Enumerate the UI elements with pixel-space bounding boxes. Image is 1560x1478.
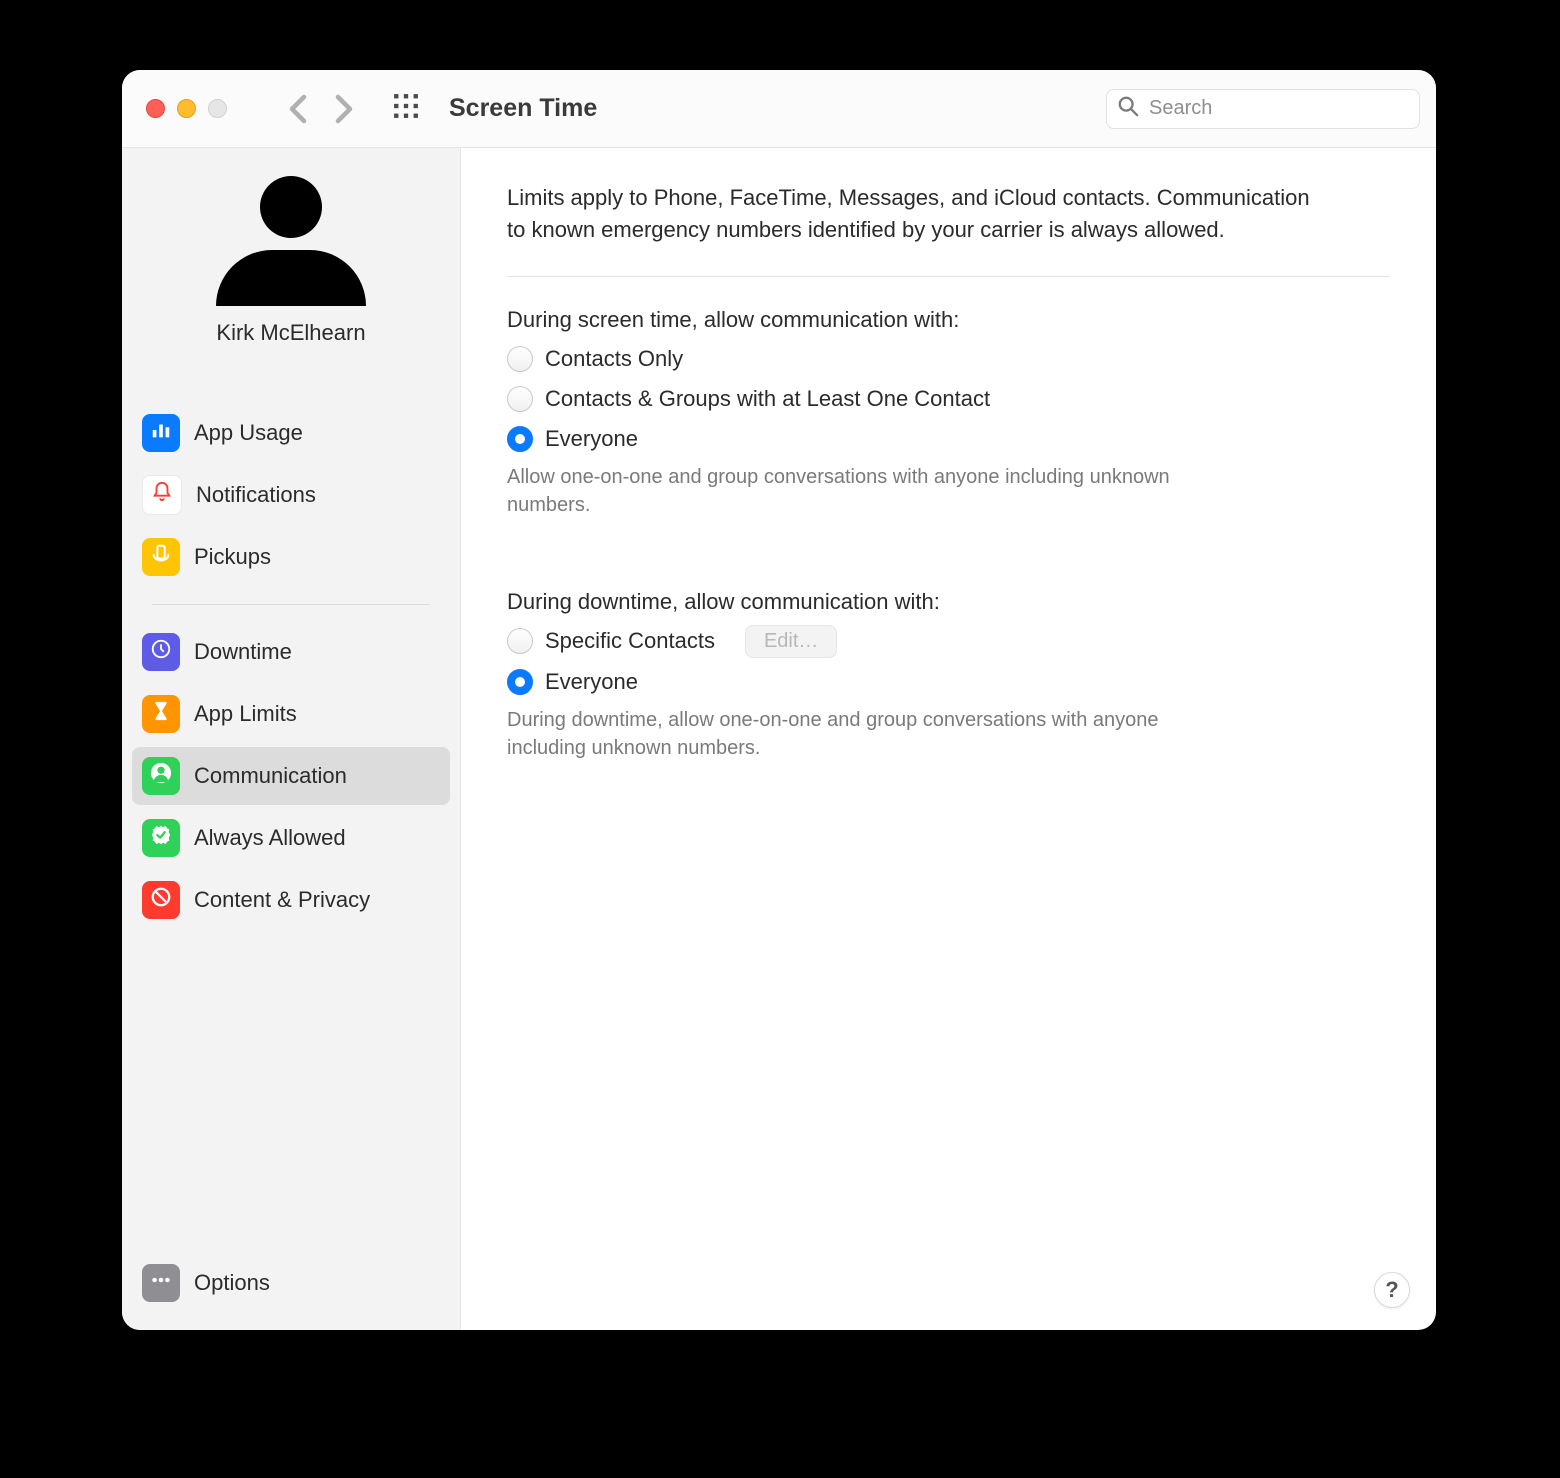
bell-icon <box>151 481 173 509</box>
radio-label: Contacts & Groups with at Least One Cont… <box>545 386 990 412</box>
radio-button[interactable] <box>507 628 533 654</box>
radio-option[interactable]: Contacts Only <box>507 343 1390 375</box>
section2-help: During downtime, allow one-on-one and gr… <box>507 706 1227 762</box>
bar-icon <box>150 419 172 447</box>
radio-option[interactable]: Contacts & Groups with at Least One Cont… <box>507 383 1390 415</box>
radio-label: Specific Contacts <box>545 628 715 654</box>
avatar-icon <box>216 176 366 306</box>
radio-option[interactable]: Everyone <box>507 423 1390 455</box>
sidebar-item-label: Always Allowed <box>194 825 346 851</box>
dots-icon <box>150 1269 172 1297</box>
profile-name: Kirk McElhearn <box>216 320 365 346</box>
ban-icon <box>150 886 172 914</box>
radio-option[interactable]: Specific Contacts Edit… <box>507 625 1390 658</box>
radio-option[interactable]: Everyone <box>507 666 1390 698</box>
help-button[interactable]: ? <box>1374 1272 1410 1308</box>
sidebar-item-always-allowed[interactable]: Always Allowed <box>132 809 450 867</box>
minimize-window-button[interactable] <box>177 99 196 118</box>
profile: Kirk McElhearn <box>122 176 460 346</box>
close-window-button[interactable] <box>146 99 165 118</box>
search-input[interactable] <box>1147 96 1416 121</box>
sidebar-item-label: App Usage <box>194 420 303 446</box>
page-title: Screen Time <box>449 94 597 123</box>
content-area: Limits apply to Phone, FaceTime, Message… <box>461 148 1436 1330</box>
edit-contacts-button[interactable]: Edit… <box>745 625 837 658</box>
radio-button[interactable] <box>507 426 533 452</box>
radio-button[interactable] <box>507 669 533 695</box>
search-icon <box>1117 95 1139 122</box>
window-controls <box>146 99 227 118</box>
maximize-window-button[interactable] <box>208 99 227 118</box>
sidebar-item-label: Pickups <box>194 544 271 570</box>
sidebar-item-label: Content & Privacy <box>194 887 370 913</box>
sidebar-item-label: Communication <box>194 763 347 789</box>
sidebar-item-options[interactable]: Options <box>132 1254 450 1312</box>
sidebar-item-pickups[interactable]: Pickups <box>132 528 450 586</box>
clock-icon <box>150 638 172 666</box>
sidebar-footer: Options <box>122 1254 460 1312</box>
divider <box>507 276 1390 277</box>
person-icon <box>150 762 172 790</box>
sidebar-item-label: Notifications <box>196 482 316 508</box>
pickups-icon <box>150 543 172 571</box>
sidebar-item-label: Options <box>194 1270 270 1296</box>
section1-radio-group: Contacts Only Contacts & Groups with at L… <box>507 343 1390 455</box>
nav-arrows <box>289 94 353 124</box>
section1-title: During screen time, allow communication … <box>507 307 1390 333</box>
radio-button[interactable] <box>507 386 533 412</box>
radio-button[interactable] <box>507 346 533 372</box>
back-button[interactable] <box>289 94 307 124</box>
radio-label: Everyone <box>545 426 638 452</box>
sidebar-item-app-limits[interactable]: App Limits <box>132 685 450 743</box>
section2-title: During downtime, allow communication wit… <box>507 589 1390 615</box>
radio-label: Everyone <box>545 669 638 695</box>
sidebar-item-communication[interactable]: Communication <box>132 747 450 805</box>
hourglass-icon <box>150 700 172 728</box>
show-all-button[interactable] <box>393 93 419 124</box>
sidebar: Kirk McElhearn App Usage Notifications Pic… <box>122 148 461 1330</box>
preferences-window: Screen Time Kirk McElhearn App Usage Noti… <box>122 70 1436 1330</box>
section2-radio-group: Specific Contacts Edit… Everyone <box>507 625 1390 698</box>
forward-button[interactable] <box>335 94 353 124</box>
radio-label: Contacts Only <box>545 346 683 372</box>
search-field-container <box>1106 89 1420 129</box>
sidebar-item-label: App Limits <box>194 701 297 727</box>
sidebar-item-notifications[interactable]: Notifications <box>132 466 450 524</box>
sidebar-item-app-usage[interactable]: App Usage <box>132 404 450 462</box>
check-icon <box>150 824 172 852</box>
sidebar-item-downtime[interactable]: Downtime <box>132 623 450 681</box>
sidebar-divider <box>152 604 430 605</box>
intro-text: Limits apply to Phone, FaceTime, Message… <box>507 182 1327 246</box>
section1-help: Allow one-on-one and group conversations… <box>507 463 1227 519</box>
sidebar-item-content-privacy[interactable]: Content & Privacy <box>132 871 450 929</box>
sidebar-nav: App Usage Notifications Pickups Downtime App… <box>122 404 460 929</box>
titlebar: Screen Time <box>122 70 1436 148</box>
sidebar-item-label: Downtime <box>194 639 292 665</box>
